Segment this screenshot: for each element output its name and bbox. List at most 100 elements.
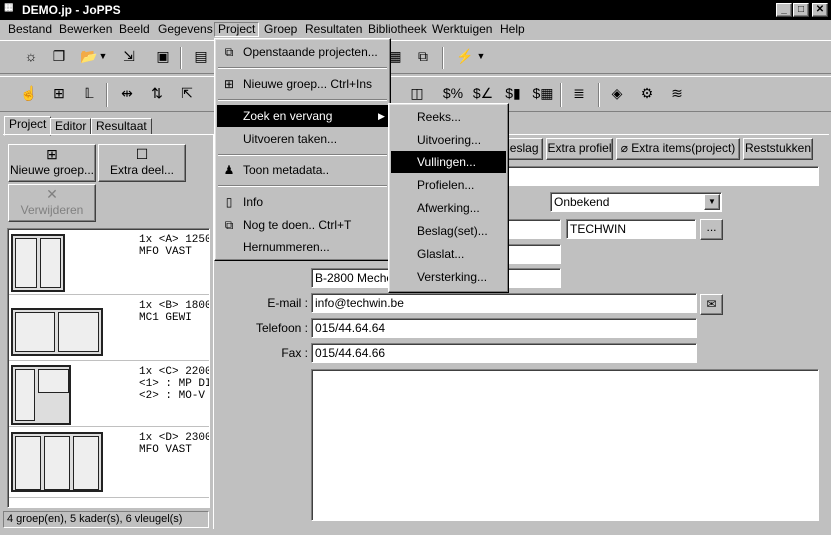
toolbar-separator [442,47,444,69]
menu-resultaten[interactable]: Resultaten [302,22,365,37]
chevron-right-icon: ▶ [378,111,385,121]
list-item-title: 1x <A> 1250 x [139,234,209,246]
chevron-down-icon[interactable]: ▼ [96,45,110,69]
menu-werktuigen[interactable]: Werktuigen [429,22,495,37]
submenu-glaslat[interactable]: Glaslat... [391,243,506,265]
tab-project[interactable]: Project [4,116,52,136]
price-table-icon[interactable]: $▦ [530,82,556,106]
submenu-reeks[interactable]: Reeks... [391,106,506,128]
menu-show-metadata[interactable]: ♟ Toon metadata.. [217,159,388,181]
submenu-versterking[interactable]: Versterking... [391,266,506,288]
menu-help[interactable]: Help [497,22,528,37]
new-group-icon: ⊞ [46,146,58,162]
menu-groep[interactable]: Groep [261,22,300,37]
name-field[interactable] [498,166,819,186]
profile-icon[interactable]: ⊞ [46,82,72,106]
menu-bewerken[interactable]: Bewerken [56,22,115,37]
menu-beeld[interactable]: Beeld [116,22,153,37]
submenu-beslag-set[interactable]: Beslag(set)... [391,220,506,242]
email-field[interactable]: info@techwin.be [311,293,697,313]
company-field[interactable]: TECHWIN [566,219,696,239]
menu-bibliotheek[interactable]: Bibliotheek [365,22,430,37]
list-item-title: 1x <D> 2300 x [139,432,209,444]
submenu-profielen[interactable]: Profielen... [391,174,506,196]
position-icon[interactable]: ⇱ [174,82,200,106]
menu-open-projects-label: Openstaande projecten... [243,45,378,59]
extra-profile-button[interactable]: Extra profiel [546,138,613,160]
remove-button[interactable]: ✕ Verwijderen [8,184,96,222]
list-icon[interactable]: ≣ [566,82,592,106]
list-item-detail: <1> : MP DI [139,378,209,390]
todo-icon: ⧉ [224,218,234,232]
search-replace-submenu: Reeks... Uitvoering... Vullingen... Prof… [388,103,509,293]
extra-part-icon: ☐ [135,146,149,162]
fax-label: Fax : [281,346,308,360]
metadata-icon: ♟ [223,163,235,177]
menu-separator [218,154,387,156]
list-item[interactable]: 1x <D> 2300 x MFO VAST [9,428,209,498]
submenu-afwerking[interactable]: Afwerking... [391,197,506,219]
fax-field[interactable]: 015/44.64.66 [311,343,697,363]
save-icon[interactable]: ▣ [150,45,176,69]
submenu-uitvoering[interactable]: Uitvoering... [391,129,506,151]
browse-button[interactable]: ... [700,219,723,240]
new-group-icon: ⊞ [223,77,235,91]
menu-todo-label: Nog te doen.. Ctrl+T [243,218,352,232]
toolbar-separator [598,83,600,107]
maximize-button[interactable]: □ [793,3,809,17]
text-icon[interactable]: 𝕃 [76,82,102,106]
phone-field[interactable]: 015/44.64.64 [311,318,697,338]
new-group-button[interactable]: ⊞ Nieuwe groep... [8,144,96,182]
window-thumbnail [11,432,103,492]
mail-icon[interactable]: ✉ [700,294,723,315]
window-thumbnail [11,365,71,425]
menu-info[interactable]: ▯ Info [217,191,388,213]
app-icon: ▦ [4,2,14,13]
chevron-down-icon[interactable]: ▼ [704,194,720,210]
menu-project[interactable]: Project [214,22,260,37]
menu-bestand[interactable]: Bestand [5,22,55,37]
menu-todo[interactable]: ⧉ Nog te doen.. Ctrl+T [217,214,388,236]
copy-icon[interactable]: ❐ [46,45,72,69]
status-combo[interactable]: Onbekend ▼ [550,192,722,212]
submenu-vullingen[interactable]: Vullingen... [391,151,506,173]
windows-icon[interactable]: ⧉ [410,45,436,69]
close-button[interactable]: ✕ [812,3,828,17]
menu-new-group[interactable]: ⊞ Nieuwe groep... Ctrl+Ins [217,73,388,95]
height-dimension-icon[interactable]: ⇅ [144,82,170,106]
extra-items-button[interactable]: ⌀ Extra items(project) [616,138,740,160]
hand-icon[interactable]: ☝ [16,82,42,106]
list-item[interactable]: 1x <B> 1800 x MC1 GEWI [9,296,209,361]
menu-run-tasks[interactable]: Uitvoeren taken... [217,128,388,150]
list-item[interactable]: 1x <A> 1250 x MFO VAST [9,230,209,295]
gear-icon[interactable]: ⚙ [634,82,660,106]
reststukken-button[interactable]: Reststukken [743,138,813,160]
notes-field[interactable] [311,369,819,521]
menu-show-metadata-label: Toon metadata.. [243,163,330,177]
print-icon[interactable]: ▤ [188,45,214,69]
title-bar: ▦ DEMO.jp - JoPPS _ □ ✕ [0,0,831,20]
menu-renumber[interactable]: Hernummeren... [217,236,388,258]
toolbar-separator [560,83,562,107]
menu-gegevens[interactable]: Gegevens [155,22,216,37]
submenu-glaslat-label: Glaslat... [417,247,465,261]
minimize-button[interactable]: _ [776,3,792,17]
list-item[interactable]: 1x <C> 2200 x <1> : MP DI <2> : MO-V [9,362,209,427]
spring-icon[interactable]: ≋ [664,82,690,106]
menu-search-replace[interactable]: Zoek en vervang ▶ [217,105,388,127]
status-combo-value: Onbekend [554,195,610,209]
new-icon[interactable]: ☼ [18,45,44,69]
submenu-profielen-label: Profielen... [417,178,475,192]
toolbar-separator [180,47,182,69]
menu-bar: Bestand Bewerken Beeld Gegevens Project … [0,20,831,39]
width-dimension-icon[interactable]: ⇹ [114,82,140,106]
shapes-icon[interactable]: ◈ [604,82,630,106]
tab-resultaat[interactable]: Resultaat [91,118,152,135]
menu-info-label: Info [243,195,264,209]
info-icon: ▯ [225,195,233,209]
menu-open-projects[interactable]: ⧉ Openstaande projecten... [217,41,388,63]
extra-part-button[interactable]: ☐ Extra deel... [98,144,186,182]
chevron-down-icon[interactable]: ▼ [474,45,488,69]
tab-editor[interactable]: Editor [50,118,92,135]
export-icon[interactable]: ⇲ [116,45,142,69]
